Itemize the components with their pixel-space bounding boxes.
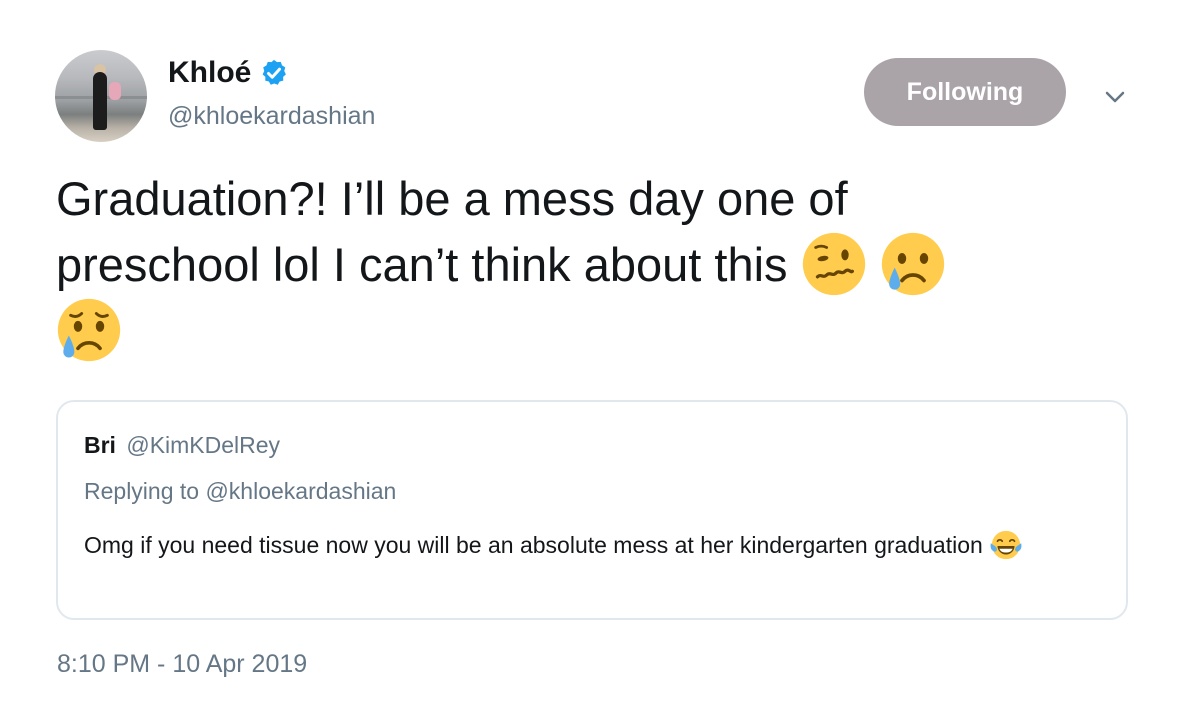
quoted-author[interactable]: Bri @KimKDelRey bbox=[84, 432, 280, 459]
quoted-tweet-text: Omg if you need tissue now you will be a… bbox=[84, 527, 1084, 563]
quoted-author-handle[interactable]: @KimKDelRey bbox=[126, 432, 280, 458]
tears-of-joy-emoji-icon bbox=[990, 530, 1022, 560]
quoted-author-name[interactable]: Bri bbox=[84, 432, 116, 458]
author-name[interactable]: Khloé bbox=[168, 56, 251, 90]
tweet-text-line-2-text: preschool lol I can’t think about this bbox=[56, 238, 788, 291]
crying-face-emoji-icon bbox=[881, 232, 944, 295]
woozy-face-emoji-icon bbox=[802, 232, 865, 295]
timestamp[interactable]: 8:10 PM - 10 Apr 2019 bbox=[57, 650, 307, 679]
sad-relieved-face-emoji-icon bbox=[57, 298, 121, 361]
tweet-text: Graduation?! I’ll be a mess day one of p… bbox=[56, 166, 1136, 364]
chevron-down-icon[interactable] bbox=[1100, 82, 1130, 112]
tweet-text-line-2: preschool lol I can’t think about this bbox=[56, 232, 1136, 298]
replying-to: Replying to @khloekardashian bbox=[84, 478, 397, 504]
author-name-row[interactable]: Khloé bbox=[168, 56, 289, 90]
quoted-tweet-text-content: Omg if you need tissue now you will be a… bbox=[84, 532, 983, 558]
following-button[interactable]: Following bbox=[864, 58, 1066, 126]
verified-badge-icon bbox=[262, 59, 287, 85]
avatar[interactable] bbox=[55, 50, 147, 142]
tweet-text-line-1: Graduation?! I’ll be a mess day one of bbox=[56, 172, 848, 225]
avatar-baby bbox=[109, 82, 121, 100]
tweet-text-line-3 bbox=[56, 298, 1136, 364]
tweet-card: Khloé @khloekardashian Following Graduat… bbox=[0, 0, 1200, 707]
quoted-tweet[interactable]: Bri @KimKDelRey Replying to @khloekardas… bbox=[56, 400, 1128, 620]
author-handle[interactable]: @khloekardashian bbox=[168, 102, 375, 131]
avatar-person bbox=[93, 72, 107, 130]
